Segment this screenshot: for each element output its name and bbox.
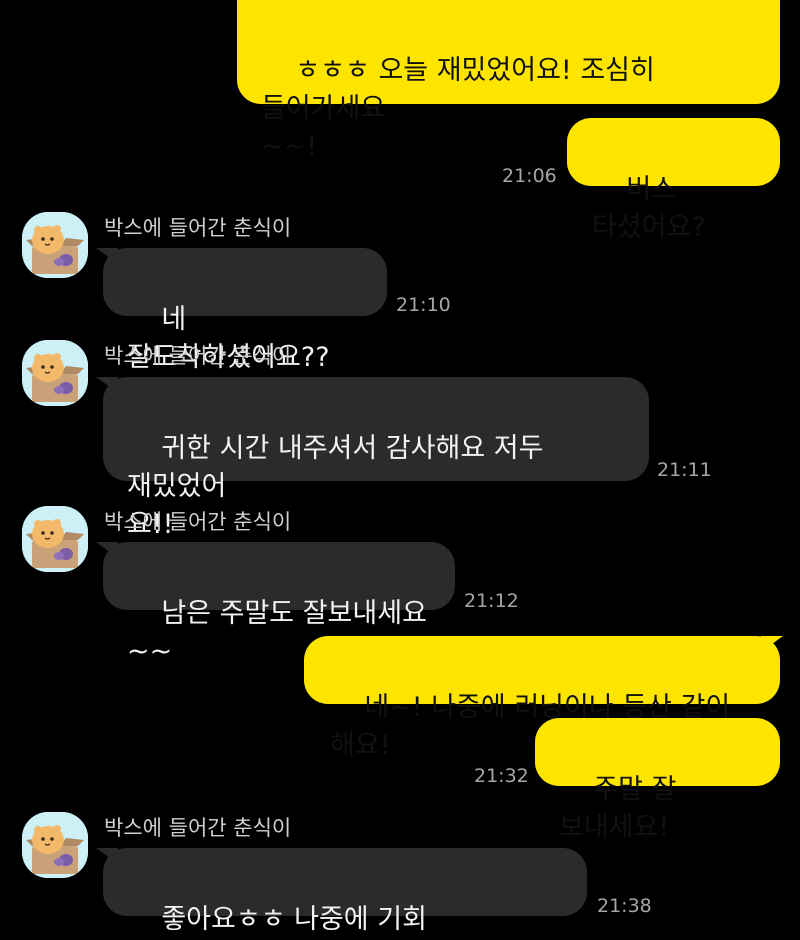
- choonsik-in-box-avatar-icon: [22, 212, 88, 278]
- avatar[interactable]: [22, 812, 88, 878]
- sender-name: 박스에 들어간 춘식이: [104, 344, 292, 368]
- message-timestamp: 21:38: [597, 895, 652, 917]
- avatar[interactable]: [22, 506, 88, 572]
- message-text: 버스 타셨어요?: [592, 174, 706, 243]
- my-message-bubble[interactable]: ㅎㅎㅎ 오늘 재밌었어요! 조심히 들어가세요 ~~!: [237, 0, 780, 162]
- avatar[interactable]: [22, 212, 88, 278]
- sender-name: 박스에 들어간 춘식이: [104, 816, 292, 840]
- sender-name: 박스에 들어간 춘식이: [104, 510, 292, 534]
- avatar[interactable]: [22, 340, 88, 406]
- their-message-bubble[interactable]: 귀한 시간 내주셔서 감사해요 저두 재밌었어 요!!: [103, 377, 649, 540]
- my-message-bubble[interactable]: 네~! 나중에 러닝이나 등산 같이 해요!: [304, 636, 780, 761]
- my-message-bubble[interactable]: 주말 잘 보내세요!: [535, 718, 780, 843]
- sender-name: 박스에 들어간 춘식이: [104, 216, 292, 240]
- my-message-bubble[interactable]: 버스 타셨어요?: [567, 118, 780, 243]
- choonsik-in-box-avatar-icon: [22, 340, 88, 406]
- choonsik-in-box-avatar-icon: [22, 506, 88, 572]
- message-timestamp: 21:32: [474, 765, 529, 787]
- message-text: 주말 잘 보내세요!: [559, 774, 686, 843]
- their-message-bubble[interactable]: 좋아요ㅎㅎ 나중에 기회 되면같이해요!: [103, 848, 587, 935]
- their-message-bubble[interactable]: 남은 주말도 잘보내세요~~: [103, 542, 455, 667]
- message-timestamp: 21:11: [657, 459, 712, 481]
- their-message-bubble[interactable]: 네 잘도착하셨어요??: [103, 248, 387, 373]
- message-timestamp: 21:10: [396, 294, 451, 316]
- message-timestamp: 21:12: [464, 590, 519, 612]
- choonsik-in-box-avatar-icon: [22, 812, 88, 878]
- message-text: 좋아요ㅎㅎ 나중에 기회 되면같이해요!: [161, 904, 427, 935]
- message-timestamp: 21:06: [502, 165, 557, 187]
- chat-room: ㅎㅎㅎ 오늘 재밌었어요! 조심히 들어가세요 ~~! 버스 타셨어요? 21:…: [0, 0, 800, 940]
